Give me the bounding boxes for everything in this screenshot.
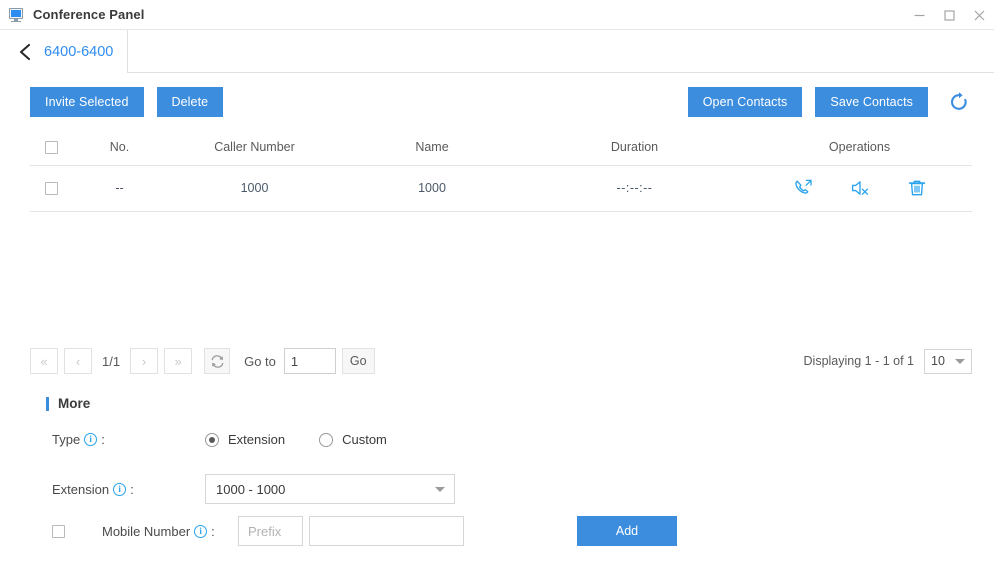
type-label-colon: : <box>101 432 105 447</box>
mobile-number-label: Mobile Number <box>102 523 191 539</box>
save-contacts-button[interactable]: Save Contacts <box>815 87 928 117</box>
goto-label: Go to <box>244 353 276 369</box>
first-page-button[interactable]: « <box>30 348 58 374</box>
info-icon[interactable]: i <box>113 482 127 496</box>
cell-no: -- <box>72 165 167 213</box>
column-header-operations: Operations <box>747 131 972 167</box>
window-title-bar: Conference Panel <box>0 0 994 30</box>
extension-label-colon: : <box>130 481 134 497</box>
last-page-button[interactable]: » <box>164 348 193 374</box>
extension-select-value: 1000 - 1000 <box>216 481 286 497</box>
pagination-right-group: Displaying 1 - 1 of 1 10 <box>803 348 972 374</box>
mobile-number-row: Mobile Number i : Add <box>30 516 972 546</box>
cell-operations <box>747 165 972 213</box>
displaying-summary: Displaying 1 - 1 of 1 <box>803 354 914 368</box>
page-size-select[interactable]: 10 <box>924 348 972 374</box>
tab-strip-empty-area <box>127 30 994 73</box>
select-all-checkbox[interactable] <box>44 141 58 155</box>
chevron-left-icon <box>19 43 31 60</box>
prev-page-button[interactable]: ‹ <box>64 348 92 374</box>
cell-name: 1000 <box>342 165 522 213</box>
more-section: More Type i : Extension Custom Extension… <box>30 396 972 546</box>
add-button[interactable]: Add <box>577 516 677 546</box>
participants-table: No. Caller Number Name Duration Operatio… <box>30 131 972 213</box>
table-row: -- 1000 1000 --:--:-- <box>30 165 972 213</box>
radio-custom-control[interactable] <box>319 432 334 447</box>
info-icon[interactable]: i <box>84 433 98 446</box>
extension-row: Extension i : 1000 - 1000 <box>30 474 972 504</box>
maximize-icon[interactable] <box>934 0 964 30</box>
more-section-title: More <box>58 396 91 411</box>
row-select-cell <box>30 165 72 213</box>
mute-speaker-icon[interactable] <box>850 178 870 198</box>
radio-extension-control[interactable] <box>205 432 219 447</box>
column-header-caller-number: Caller Number <box>167 131 342 167</box>
breadcrumb-label: 6400-6400 <box>44 43 114 60</box>
pagination-bar: « ‹ 1/1 › » Go to Go Displaying 1 - 1 of… <box>30 346 972 376</box>
pagination-refresh-icon[interactable] <box>204 348 231 374</box>
mobile-number-input[interactable] <box>309 516 464 546</box>
type-label-group: Type i : <box>30 432 205 447</box>
delete-trash-icon[interactable] <box>907 178 927 198</box>
mobile-label-colon: : <box>211 523 215 539</box>
type-radio-group: Extension Custom <box>205 432 387 447</box>
delete-button[interactable]: Delete <box>156 87 224 117</box>
participants-table-container: No. Caller Number Name Duration Operatio… <box>0 131 994 213</box>
breadcrumb-bar: 6400-6400 <box>0 30 994 73</box>
radio-extension[interactable]: Extension <box>205 432 285 447</box>
more-section-header: More <box>46 396 972 411</box>
radio-custom-label: Custom <box>342 432 387 447</box>
go-button[interactable]: Go <box>341 348 375 374</box>
cell-duration: --:--:-- <box>522 165 747 213</box>
call-transfer-icon[interactable] <box>793 178 813 198</box>
row-checkbox[interactable] <box>44 182 58 196</box>
toolbar-right-group: Open Contacts Save Contacts <box>687 87 972 117</box>
extension-select[interactable]: 1000 - 1000 <box>205 474 455 504</box>
type-row: Type i : Extension Custom <box>30 432 972 447</box>
open-contacts-button[interactable]: Open Contacts <box>687 87 803 117</box>
prefix-input[interactable] <box>238 516 303 546</box>
refresh-icon[interactable] <box>946 89 972 115</box>
select-all-header <box>30 131 72 167</box>
radio-custom[interactable]: Custom <box>319 432 387 447</box>
table-header-row: No. Caller Number Name Duration Operatio… <box>30 131 972 167</box>
page-size-value: 10 <box>931 354 945 368</box>
column-header-name: Name <box>342 131 522 167</box>
extension-label-group: Extension i : <box>30 482 205 497</box>
column-header-no: No. <box>72 131 167 167</box>
chevron-down-icon <box>955 359 965 364</box>
mobile-label-group: Mobile Number i : <box>102 524 238 539</box>
close-icon[interactable] <box>964 0 994 30</box>
type-label: Type <box>52 432 81 447</box>
window-controls <box>904 0 994 30</box>
info-icon[interactable]: i <box>194 524 208 538</box>
action-toolbar: Invite Selected Delete Open Contacts Sav… <box>0 73 994 131</box>
monitor-icon <box>8 7 24 23</box>
breadcrumb-back-link[interactable]: 6400-6400 <box>0 30 127 73</box>
window-title: Conference Panel <box>33 7 145 22</box>
minimize-icon[interactable] <box>904 0 934 30</box>
invite-selected-button[interactable]: Invite Selected <box>30 87 144 117</box>
goto-page-input[interactable] <box>283 348 336 374</box>
page-indicator: 1/1 <box>102 353 121 369</box>
next-page-button[interactable]: › <box>130 348 159 374</box>
chevron-down-icon <box>435 487 445 492</box>
mobile-number-checkbox[interactable] <box>52 524 65 538</box>
extension-label: Extension <box>52 481 110 497</box>
toolbar-left-group: Invite Selected Delete <box>30 87 224 117</box>
section-accent-bar <box>46 396 49 411</box>
column-header-duration: Duration <box>522 131 747 167</box>
radio-extension-label: Extension <box>228 432 286 447</box>
cell-caller-number: 1000 <box>167 165 342 213</box>
